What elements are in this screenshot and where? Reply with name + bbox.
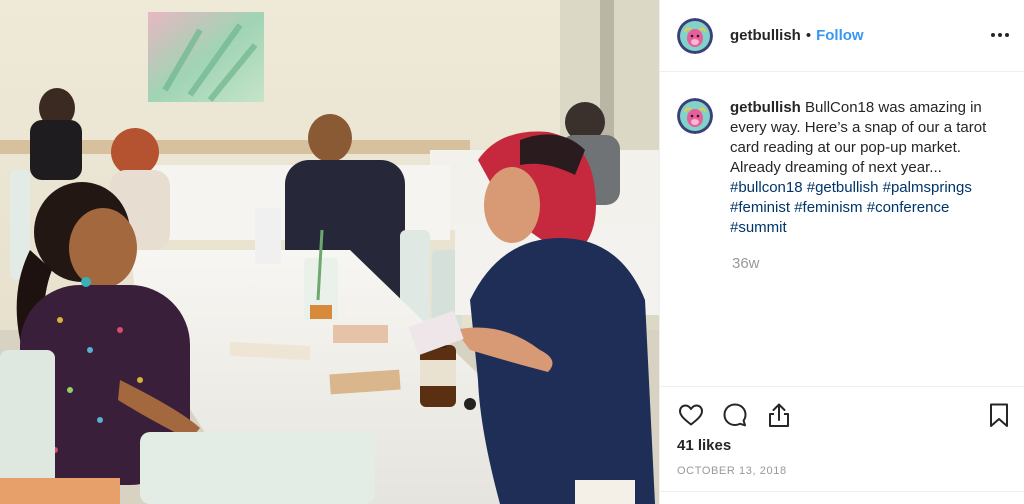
bull-avatar-icon — [677, 17, 713, 54]
likes-count[interactable]: 41 likes — [677, 437, 731, 454]
bookmark-icon[interactable] — [985, 401, 1013, 429]
hashtag[interactable]: #summit — [730, 219, 787, 236]
avatar[interactable] — [677, 17, 713, 54]
tarot-reading-photo — [0, 0, 659, 504]
header-username[interactable]: getbullish — [730, 27, 801, 44]
bull-avatar-icon — [677, 98, 713, 134]
hashtag[interactable]: #getbullish — [807, 179, 879, 196]
post-date: OCTOBER 13, 2018 — [677, 465, 787, 477]
hashtag[interactable]: #feminist — [730, 199, 790, 216]
separator-dot: • — [805, 27, 812, 44]
heart-icon[interactable] — [677, 401, 705, 429]
comment-icon[interactable] — [721, 401, 749, 429]
post-header: getbullish • Follow — [660, 0, 1024, 72]
more-options-icon[interactable] — [989, 24, 1011, 46]
caption-avatar[interactable] — [677, 98, 713, 134]
post-photo[interactable] — [0, 0, 659, 504]
share-icon[interactable] — [765, 401, 793, 429]
hashtag[interactable]: #palmsprings — [883, 179, 972, 196]
follow-button[interactable]: Follow — [816, 27, 864, 44]
caption-text: getbullish BullCon18 was amazing in ever… — [730, 98, 1010, 238]
caption-username[interactable]: getbullish — [730, 99, 801, 116]
comment-divider — [660, 491, 1024, 504]
post-panel: getbullish • Follow getbullish BullCon18… — [659, 0, 1024, 504]
hashtag[interactable]: #feminism — [794, 199, 862, 216]
comment-timestamp[interactable]: 36w — [732, 255, 760, 272]
hashtag[interactable]: #bullcon18 — [730, 179, 803, 196]
caption-row: getbullish BullCon18 was amazing in ever… — [677, 98, 1013, 238]
hashtag[interactable]: #conference — [867, 199, 950, 216]
action-bar: 41 likes OCTOBER 13, 2018 — [660, 386, 1024, 504]
